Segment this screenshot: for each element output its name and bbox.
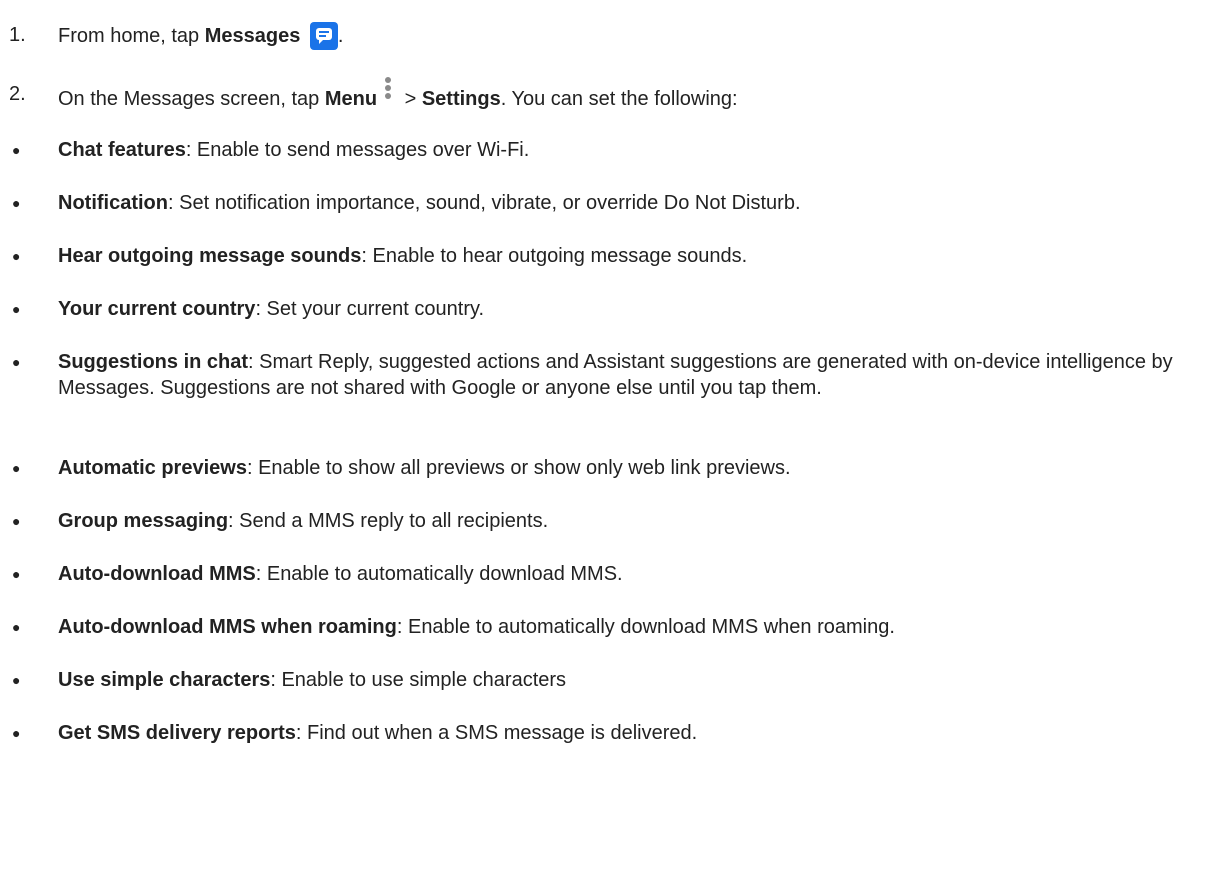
step-text-part: On the Messages screen, tap	[58, 88, 325, 110]
setting-term: Auto-download MMS	[58, 563, 256, 585]
step-text-part: From home, tap	[58, 25, 205, 47]
step-text-part: .	[337, 25, 344, 47]
messages-app-icon	[309, 22, 338, 50]
list-item-text: Notification: Set notification importanc…	[58, 190, 1198, 216]
list-item-text: Auto-download MMS when roaming: Enable t…	[58, 614, 1198, 640]
step-text: On the Messages screen, tap Menu > Setti…	[58, 77, 738, 112]
step-bold-term: Messages	[204, 25, 301, 47]
setting-term: Automatic previews	[58, 457, 247, 479]
more-vert-icon	[383, 77, 393, 109]
setting-desc: : Find out when a SMS message is deliver…	[295, 722, 698, 744]
setting-term: Hear outgoing message sounds	[58, 245, 362, 267]
bullet: ●	[12, 248, 21, 264]
list-item-text: Chat features: Enable to send messages o…	[58, 137, 1198, 163]
list-item-text: Use simple characters: Enable to use sim…	[58, 667, 1198, 693]
bullet: ●	[12, 619, 21, 635]
bullet: ●	[12, 725, 21, 741]
setting-term: Suggestions in chat	[58, 351, 249, 373]
list-item-text: Your current country: Set your current c…	[58, 296, 1198, 322]
bullet: ●	[12, 301, 21, 317]
step-bold-term: Settings	[421, 88, 501, 110]
setting-desc: : Enable to use simple characters	[270, 669, 567, 691]
setting-desc: : Enable to automatically download MMS.	[255, 563, 623, 585]
bullet: ●	[12, 566, 21, 582]
setting-desc: : Enable to hear outgoing message sounds…	[361, 245, 748, 267]
step-text: From home, tap Messages .	[58, 22, 343, 50]
list-item-text: Get SMS delivery reports: Find out when …	[58, 720, 1198, 746]
bullet: ●	[12, 672, 21, 688]
setting-term: Use simple characters	[58, 669, 271, 691]
setting-term: Group messaging	[58, 510, 229, 532]
setting-desc: : Enable to send messages over Wi-Fi.	[185, 139, 530, 161]
step-number: 1.	[9, 24, 26, 46]
bullet: ●	[12, 195, 21, 211]
setting-term: Get SMS delivery reports	[58, 722, 296, 744]
setting-desc: : Set notification importance, sound, vi…	[168, 192, 801, 214]
bullet: ●	[12, 142, 21, 158]
list-item-text: Group messaging: Send a MMS reply to all…	[58, 508, 1198, 534]
step-text-part: >	[399, 88, 422, 110]
list-item-text: Automatic previews: Enable to show all p…	[58, 455, 1198, 481]
setting-desc: : Set your current country.	[255, 298, 485, 320]
list-item-text: Hear outgoing message sounds: Enable to …	[58, 243, 1198, 269]
bullet: ●	[12, 513, 21, 529]
list-item-text: Suggestions in chat: Smart Reply, sugges…	[58, 349, 1198, 401]
bullet: ●	[12, 460, 21, 476]
step-bold-term: Menu	[324, 88, 378, 110]
setting-desc: : Enable to show all previews or show on…	[246, 457, 791, 479]
setting-desc: : Enable to automatically download MMS w…	[396, 616, 895, 638]
setting-desc: : Send a MMS reply to all recipients.	[228, 510, 549, 532]
setting-term: Notification	[58, 192, 168, 214]
step-text-part: . You can set the following:	[500, 88, 738, 110]
setting-term: Your current country	[58, 298, 256, 320]
list-item-text: Auto-download MMS: Enable to automatical…	[58, 561, 1198, 587]
setting-term: Auto-download MMS when roaming	[58, 616, 397, 638]
bullet: ●	[12, 354, 21, 370]
step-number: 2.	[9, 83, 26, 105]
setting-term: Chat features	[58, 139, 186, 161]
